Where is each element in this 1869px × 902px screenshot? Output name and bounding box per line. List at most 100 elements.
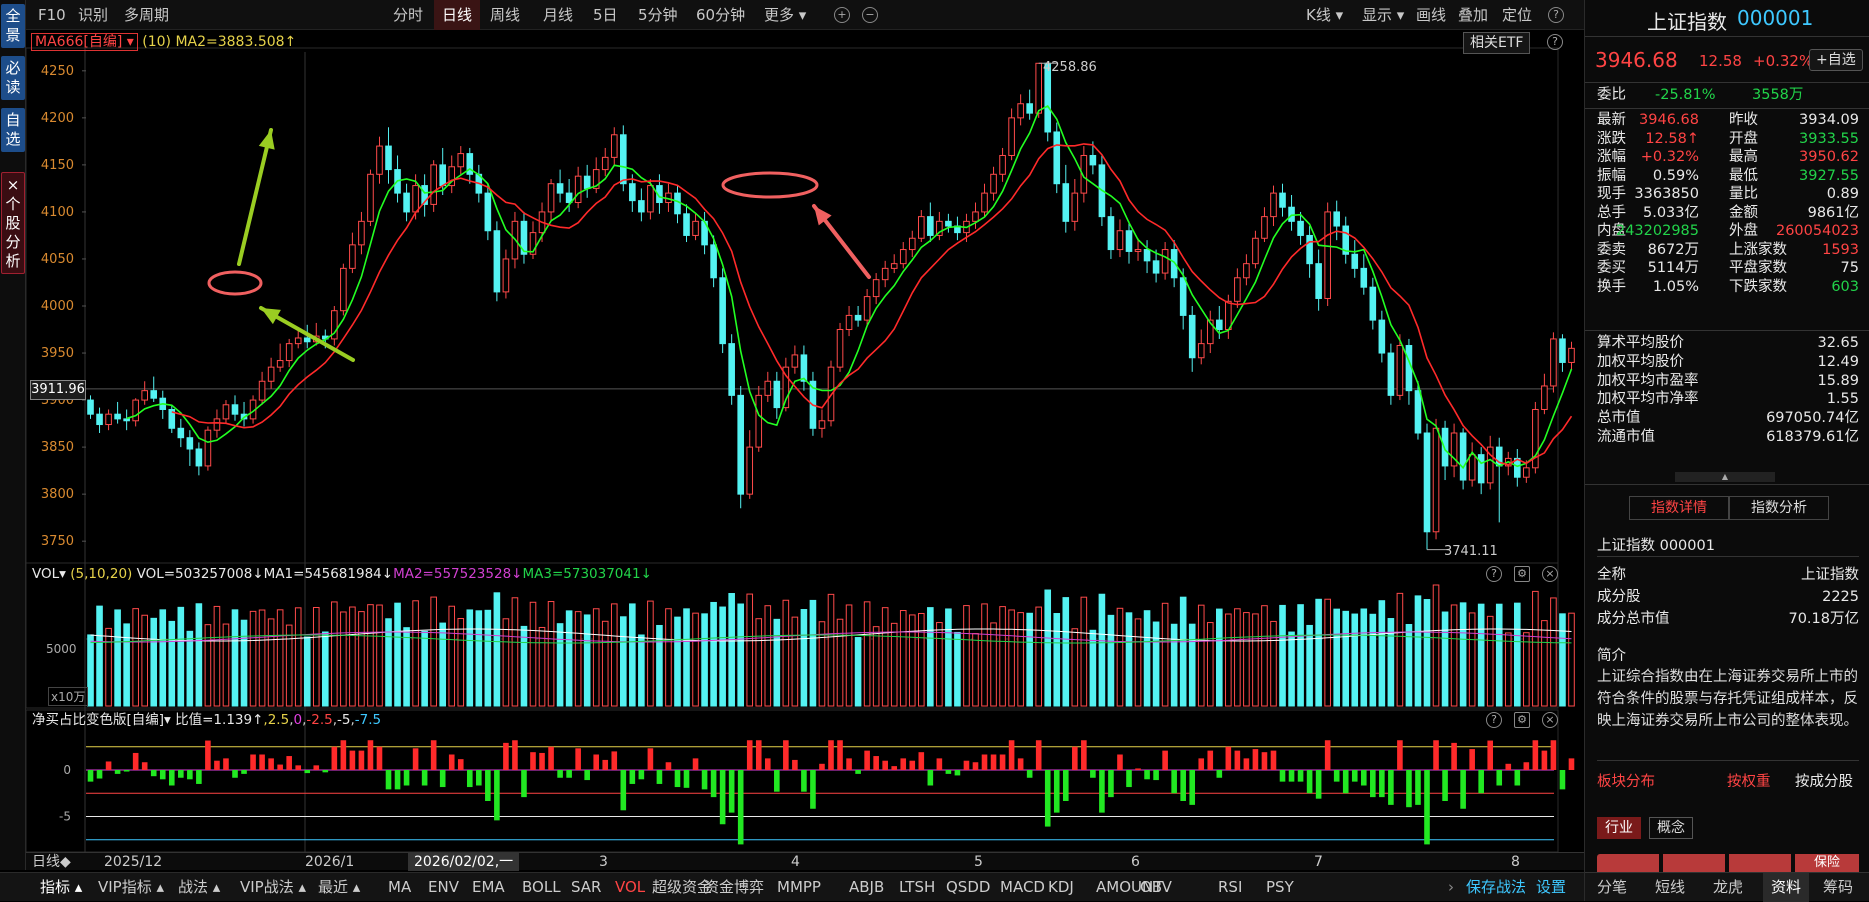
indicator-tab[interactable]: 战法 ▴ xyxy=(178,873,220,902)
volume-bar xyxy=(1188,623,1196,707)
tab-quanjing[interactable]: 全景 xyxy=(1,4,25,48)
indicator-tab[interactable]: LTSH xyxy=(899,873,935,902)
add-watchlist-button[interactable]: +自选 xyxy=(1809,49,1863,71)
indicator-tab[interactable]: BOLL xyxy=(522,873,561,902)
candle-body xyxy=(737,394,744,495)
volume-bar xyxy=(610,603,618,707)
heat-block[interactable] xyxy=(1597,854,1659,872)
vol-indicator-select[interactable]: VOL▾ xyxy=(32,566,66,582)
volume-bar xyxy=(1152,621,1160,707)
indicator-tab[interactable]: MACD xyxy=(1000,873,1045,902)
zoom-out-icon[interactable]: − xyxy=(862,7,878,23)
overlay-button[interactable]: 叠加 xyxy=(1458,0,1488,30)
volume-bar xyxy=(430,596,437,707)
period-zhouxian[interactable]: 周线 xyxy=(490,0,520,30)
period-5min[interactable]: 5分钟 xyxy=(638,0,678,30)
volume-bar xyxy=(258,609,266,707)
chip-industry[interactable]: 行业 xyxy=(1597,817,1641,839)
candle-body xyxy=(340,267,347,312)
collapse-up-icon[interactable]: ▲ xyxy=(1675,472,1775,482)
period-more[interactable]: 更多 ▾ xyxy=(764,0,806,30)
indicator-tab[interactable]: VIP战法 ▴ xyxy=(240,873,306,902)
price-change-pct: +0.32% xyxy=(1753,52,1814,70)
help-icon[interactable]: ? xyxy=(1486,566,1502,582)
locate-button[interactable]: 定位 xyxy=(1502,0,1532,30)
candle-body xyxy=(258,380,266,401)
heat-block[interactable] xyxy=(1663,854,1725,872)
stat-row: 加权平均股价 12.49 xyxy=(1597,353,1859,372)
indicator-tab[interactable]: 最近 ▴ xyxy=(318,873,360,902)
tab-index-analysis[interactable]: 指数分析 xyxy=(1729,496,1829,520)
volume-bar xyxy=(574,611,582,707)
zoom-in-icon[interactable]: + xyxy=(834,7,850,23)
period-60min[interactable]: 60分钟 xyxy=(696,0,745,30)
indicator-tab[interactable]: 设置 xyxy=(1536,873,1566,902)
indicator-tab[interactable]: ABJB xyxy=(849,873,884,902)
period-5ri[interactable]: 5日 xyxy=(593,0,618,30)
volume-bar xyxy=(692,612,699,707)
indicator-tab[interactable]: MA xyxy=(388,873,411,902)
heat-block[interactable] xyxy=(1729,854,1791,872)
indicator-tab[interactable]: ENV xyxy=(428,873,459,902)
display-dropdown[interactable]: 显示 ▾ xyxy=(1362,0,1404,30)
heat-block[interactable]: 保险 xyxy=(1795,854,1859,872)
period-label[interactable]: 日线◆ xyxy=(32,853,71,871)
scroll-right-icon[interactable]: › xyxy=(1448,873,1454,902)
indicator-tab[interactable]: VIP指标 ▴ xyxy=(98,873,164,902)
indicator-tab[interactable]: VOL xyxy=(615,873,645,902)
volume-bar xyxy=(276,609,284,707)
indicator-tab[interactable]: SAR xyxy=(571,873,601,902)
net-buy-bar xyxy=(746,740,753,770)
candle-body xyxy=(647,185,654,213)
shibie-button[interactable]: 识别 xyxy=(78,0,108,30)
kline-dropdown[interactable]: K线 ▾ xyxy=(1306,0,1343,30)
candle-body xyxy=(692,220,699,236)
indicator-tab[interactable]: 保存战法 xyxy=(1466,873,1526,902)
indicator-tab[interactable]: OBV xyxy=(1140,873,1172,902)
close-icon[interactable]: × xyxy=(2,176,24,195)
net-buy-bar xyxy=(403,770,410,786)
candle-body xyxy=(430,164,437,205)
f10-button[interactable]: F10 xyxy=(38,0,66,30)
tab-longhu[interactable]: 龙虎 xyxy=(1713,873,1743,902)
ma-indicator-select[interactable]: MA666[自编] ▾ xyxy=(31,33,138,51)
tab-duanxian[interactable]: 短线 xyxy=(1655,873,1685,902)
tab-zixuan[interactable]: 自选 xyxy=(1,108,25,152)
help-icon[interactable]: ? xyxy=(1547,34,1563,50)
chart-area[interactable]: 3750 3800 3850 3900 3950 4000 4050 4100 4150 4200… xyxy=(26,30,1584,871)
tab-ziliao[interactable]: 资料 xyxy=(1763,873,1810,902)
help-icon[interactable]: ? xyxy=(1486,712,1502,728)
indicator-tab[interactable]: QSDD xyxy=(946,873,990,902)
candle-body xyxy=(195,448,203,467)
kline-chart-svg[interactable]: 3750380038503900395040004050410041504200… xyxy=(26,30,1584,870)
indicator-tab[interactable]: EMA xyxy=(472,873,505,902)
indicator-tab[interactable]: RSI xyxy=(1218,873,1242,902)
help-icon[interactable]: ? xyxy=(1548,7,1564,23)
indicator-tab[interactable]: 资金博弈 xyxy=(704,873,764,902)
tab-chouma[interactable]: 筹码 xyxy=(1823,873,1853,902)
period-rixian[interactable]: 日线 xyxy=(434,0,481,30)
net-indicator-select[interactable]: 净买占比变色版[自编]▾ xyxy=(32,712,171,728)
close-icon[interactable]: × xyxy=(1542,712,1558,728)
chip-concept[interactable]: 概念 xyxy=(1649,817,1693,839)
indicator-tab[interactable]: PSY xyxy=(1266,873,1294,902)
indicator-tab[interactable]: KDJ xyxy=(1048,873,1074,902)
close-icon[interactable]: × xyxy=(1542,566,1558,582)
indicator-tab[interactable]: 指标 ▴ xyxy=(40,873,82,902)
period-yuexian[interactable]: 月线 xyxy=(543,0,573,30)
net-p4: -5 xyxy=(337,712,351,728)
sector-by-weight[interactable]: 按权重 xyxy=(1727,770,1771,791)
period-fenshi[interactable]: 分时 xyxy=(393,0,423,30)
related-etf-button[interactable]: 相关ETF xyxy=(1463,32,1531,54)
tab-bidu[interactable]: 必读 xyxy=(1,56,25,100)
settings-icon[interactable]: ⚙ xyxy=(1514,566,1530,582)
tab-stock-analysis[interactable]: × 个股分析 xyxy=(1,172,25,274)
tab-fenbi[interactable]: 分笔 xyxy=(1597,873,1627,902)
draw-line-button[interactable]: 画线 xyxy=(1416,0,1446,30)
duozhouqi-button[interactable]: 多周期 xyxy=(124,0,169,30)
sector-by-component[interactable]: 按成分股 xyxy=(1795,770,1853,791)
indicator-tab[interactable]: MMPP xyxy=(777,873,821,902)
indicator-tab[interactable]: 超级资金 xyxy=(652,873,712,902)
settings-icon[interactable]: ⚙ xyxy=(1514,712,1530,728)
tab-index-detail[interactable]: 指数详情 xyxy=(1629,496,1729,520)
